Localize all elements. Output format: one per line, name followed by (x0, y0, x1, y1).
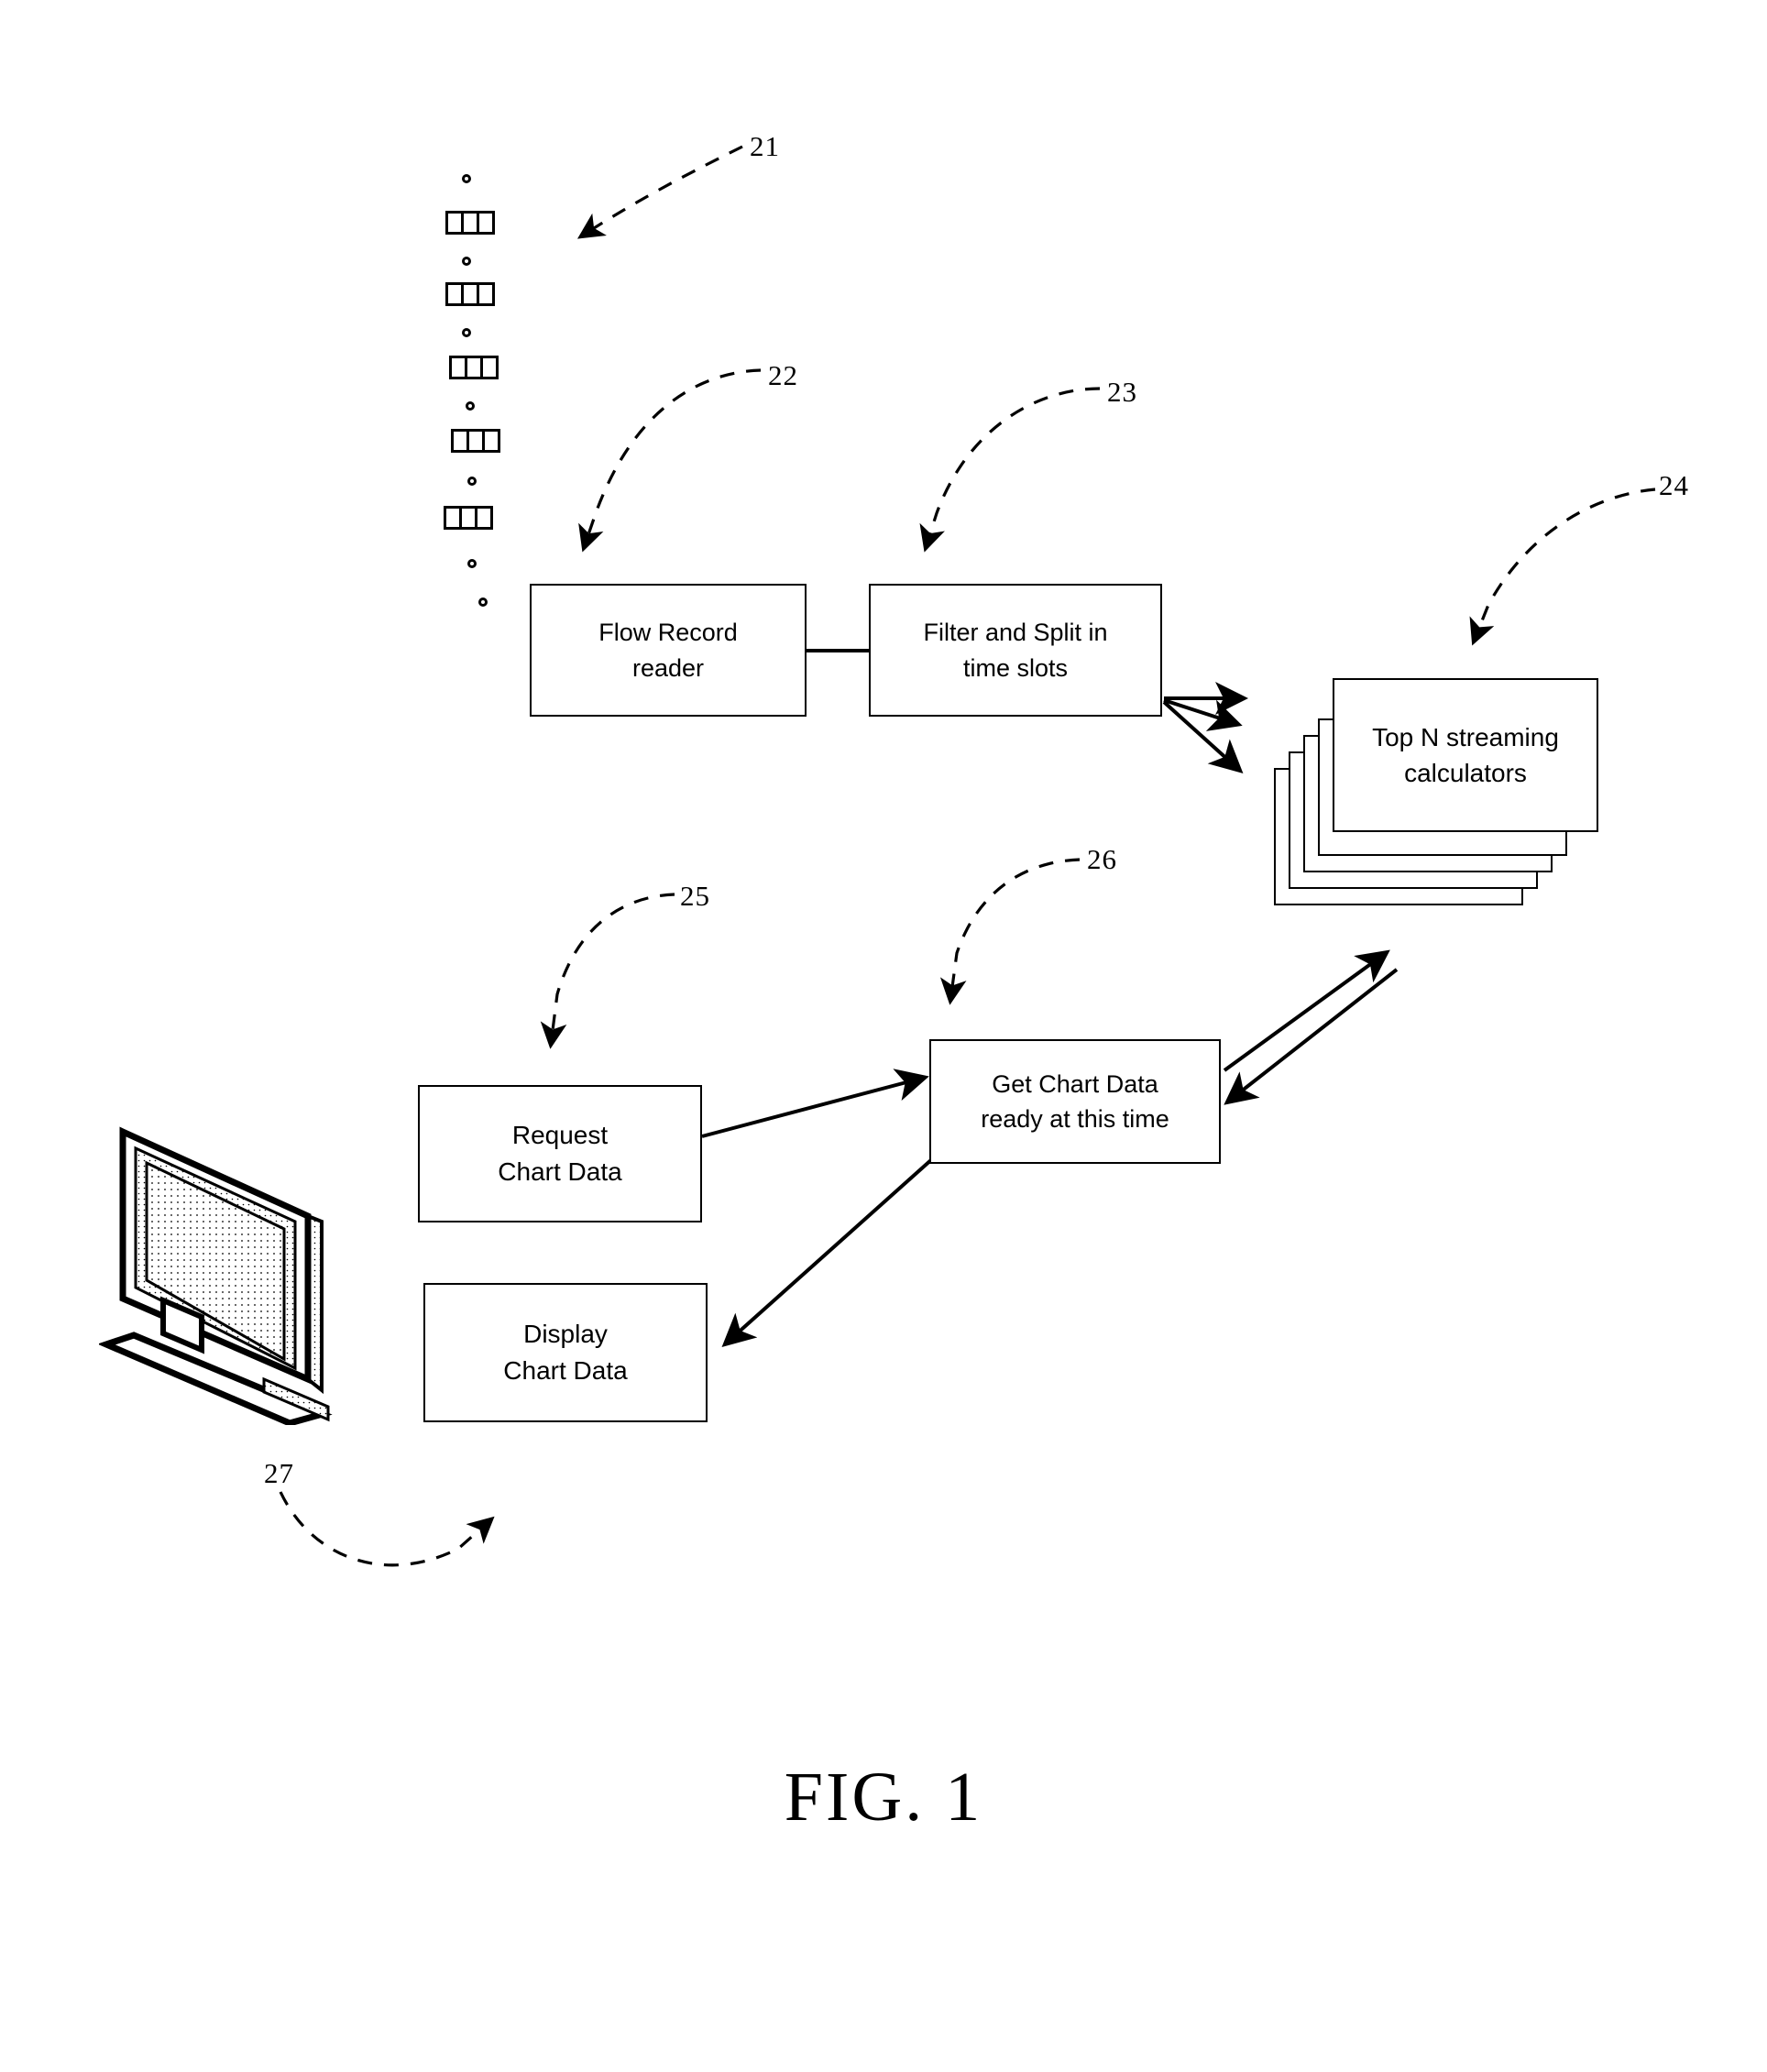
connector-request-to-getchart (701, 1069, 929, 1138)
box-request-chart-data[interactable]: Request Chart Data (418, 1085, 702, 1222)
leader-line-27 (279, 1491, 495, 1567)
leader-line-23 (919, 387, 1101, 553)
box-top-n-streaming-calculators-label: Top N streaming calculators (1372, 722, 1559, 787)
leader-line-22 (578, 368, 762, 553)
flow-record-dot (467, 477, 477, 486)
reference-numeral-24: 24 (1659, 469, 1689, 501)
stack-top-n-streaming-calculators[interactable]: Top N streaming calculators (1274, 678, 1598, 916)
box-filter-and-split-label: Filter and Split in time slots (923, 619, 1108, 682)
computer-monitor-icon (99, 1126, 333, 1425)
reference-numeral-23: 23 (1107, 376, 1137, 408)
flow-record-dot (478, 597, 488, 607)
reference-numeral-27: 27 (264, 1457, 294, 1489)
leader-line-21 (576, 145, 743, 239)
leader-line-25 (540, 893, 675, 1049)
flow-record-dot (462, 328, 471, 337)
reference-numeral-21: 21 (750, 130, 780, 162)
box-display-chart-data-label: Display Chart Data (503, 1320, 628, 1385)
flow-record-card (449, 356, 499, 379)
box-filter-and-split-in-time-slots[interactable]: Filter and Split in time slots (869, 584, 1162, 717)
connector-getchart-to-display (721, 1157, 935, 1347)
flow-record-stream-icon (431, 174, 550, 632)
flow-record-dot (466, 401, 475, 411)
patent-figure: Flow Record reader Filter and Split in t… (0, 0, 1767, 2072)
stack-card-front[interactable]: Top N streaming calculators (1333, 678, 1598, 832)
box-display-chart-data[interactable]: Display Chart Data (423, 1283, 708, 1422)
flow-record-card (445, 282, 495, 306)
box-request-chart-data-label: Request Chart Data (498, 1121, 622, 1186)
connector-getchart-to-calculators (1223, 949, 1399, 1105)
connector-filter-to-calculators (1162, 682, 1248, 774)
flow-record-card (444, 506, 493, 530)
reference-numeral-22: 22 (768, 359, 798, 391)
figure-caption: FIG. 1 (784, 1759, 983, 1836)
flow-record-dot (467, 559, 477, 568)
box-flow-record-reader[interactable]: Flow Record reader (530, 584, 807, 717)
leader-line-24 (1469, 488, 1656, 646)
reference-numeral-26: 26 (1087, 843, 1117, 875)
flow-record-card (451, 429, 500, 453)
box-get-chart-data-ready-at-this-time[interactable]: Get Chart Data ready at this time (929, 1039, 1221, 1164)
leader-line-26 (939, 858, 1081, 1005)
flow-record-dot (462, 174, 471, 183)
flow-record-card (445, 211, 495, 235)
flow-record-dot (462, 257, 471, 266)
reference-numeral-25: 25 (680, 880, 710, 912)
box-flow-record-reader-label: Flow Record reader (598, 619, 738, 682)
box-get-chart-data-label: Get Chart Data ready at this time (981, 1069, 1169, 1133)
